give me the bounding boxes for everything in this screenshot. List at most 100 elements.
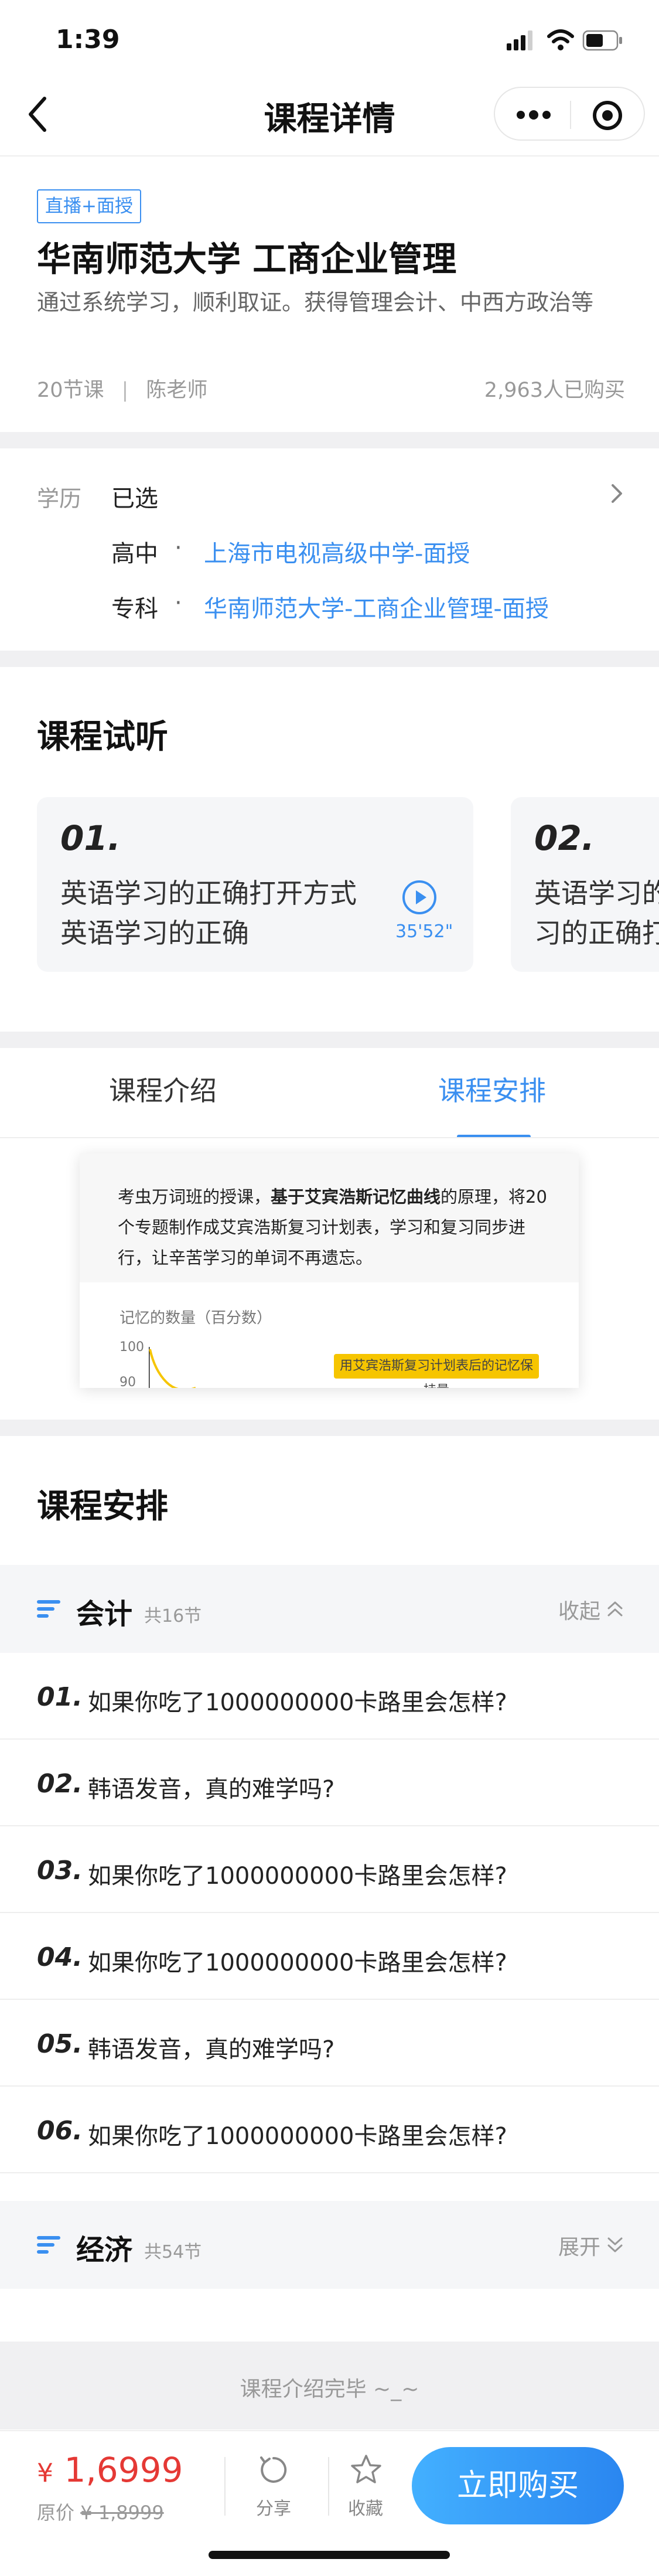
section-divider — [0, 432, 659, 448]
education-level: 高中 — [111, 540, 158, 567]
original-price-value: ¥ 1,8999 — [80, 2502, 164, 2524]
chart-tick: 100 — [119, 1340, 144, 1355]
teacher-name: 陈老师 — [146, 379, 208, 402]
trial-title-line: 英语学习的 — [534, 877, 659, 909]
education-dot: · — [175, 535, 182, 562]
chart-badge: 用艾宾浩斯复习计划表后的记忆保持量 — [334, 1354, 539, 1388]
battery-icon — [582, 30, 622, 51]
end-of-intro-band: 课程介绍完毕 ~_~ — [0, 2342, 659, 2429]
course-type-tag: 直播+面授 — [37, 189, 141, 223]
course-subtitle: 通过系统学习，顺利取证。获得管理会计、中西方政治等 — [37, 290, 594, 315]
original-price-label: 原价 — [37, 2502, 75, 2524]
chevron-down-icon[interactable] — [606, 2235, 624, 2255]
education-value[interactable]: 已选 — [111, 479, 158, 513]
mini-program-capsule — [494, 87, 645, 141]
end-of-intro-text: 课程介绍完毕 ~_~ — [240, 2377, 419, 2401]
education-school-link[interactable]: 华南师范大学-工商企业管理-面授 — [204, 590, 549, 624]
share-label[interactable]: 分享 — [256, 2494, 291, 2520]
nav-divider — [0, 155, 659, 156]
status-icons — [507, 29, 622, 51]
bottom-separator — [224, 2457, 226, 2516]
list-icon — [37, 2236, 60, 2254]
intro-text-part: 考虫万词班的授课， — [118, 1187, 271, 1207]
buy-now-button[interactable]: 立即购买 — [412, 2447, 624, 2524]
intro-image: 考虫万词班的授课，基于艾宾浩斯记忆曲线的原理，将20个专题制作成艾宾浩斯复习计划… — [80, 1153, 579, 1388]
group-name: 经济 — [76, 2234, 133, 2267]
trial-number: 02. — [534, 818, 595, 858]
current-price: ¥ 1,6999 — [37, 2450, 183, 2490]
education-label: 学历 — [37, 486, 82, 512]
lesson-title: 如果你吃了1000000000卡路里会怎样? — [88, 1863, 507, 1890]
expand-toggle[interactable]: 展开 — [558, 2230, 600, 2261]
lesson-number: 06. — [37, 2116, 83, 2146]
education-school-link[interactable]: 上海市电视高级中学-面授 — [204, 535, 470, 569]
favorite-label[interactable]: 收藏 — [348, 2494, 383, 2520]
status-time: 1:39 — [56, 25, 120, 55]
chevron-up-icon[interactable] — [606, 1599, 624, 1619]
lesson-item[interactable]: 03. 如果你吃了1000000000卡路里会怎样? — [0, 1826, 659, 1913]
tab-course-intro[interactable]: 课程介绍 — [109, 1070, 217, 1108]
star-icon[interactable] — [349, 2453, 383, 2487]
schedule-section-title: 课程安排 — [37, 1488, 168, 1526]
intro-image-text: 考虫万词班的授课，基于艾宾浩斯记忆曲线的原理，将20个专题制作成艾宾浩斯复习计划… — [118, 1182, 551, 1273]
schedule-group-header[interactable]: 经济 共54节 展开 — [0, 2201, 659, 2289]
education-level: 专科 — [111, 595, 158, 622]
lesson-number: 02. — [37, 1769, 83, 1799]
lesson-number: 03. — [37, 1856, 83, 1886]
trial-card[interactable]: 01. 英语学习的正确打开方式 英语学习的正确 35'52" — [37, 797, 473, 972]
trial-title-line: 英语学习的正确打开方式 — [60, 877, 357, 909]
schedule-group-header[interactable]: 会计 共16节 收起 — [0, 1565, 659, 1653]
signal-icon — [507, 30, 532, 50]
tab-course-schedule[interactable]: 课程安排 — [438, 1070, 546, 1108]
trial-section-title: 课程试听 — [37, 718, 168, 756]
course-meta: 20节课 | 陈老师 — [37, 373, 207, 403]
lesson-number: 04. — [37, 1942, 83, 1972]
lesson-title: 韩语发音，真的难学吗? — [88, 2036, 335, 2063]
trial-title-line: 习的正确打 — [534, 917, 659, 949]
lesson-number: 01. — [37, 1682, 83, 1712]
lessons-count: 20节课 — [37, 379, 104, 402]
wifi-icon — [547, 29, 574, 50]
chart-axis-label: 记忆的数量（百分数） — [119, 1309, 272, 1327]
chevron-right-icon[interactable] — [608, 482, 626, 505]
lesson-title: 如果你吃了1000000000卡路里会怎样? — [88, 1689, 507, 1716]
more-icon[interactable] — [516, 108, 551, 122]
original-price: 原价 ¥ 1,8999 — [37, 2498, 164, 2525]
section-divider — [0, 651, 659, 667]
capsule-divider — [570, 101, 571, 129]
lesson-number: 05. — [37, 2029, 83, 2059]
group-name: 会计 — [76, 1598, 133, 1631]
lesson-item[interactable]: 04. 如果你吃了1000000000卡路里会怎样? — [0, 1913, 659, 2000]
intro-text-bold: 基于艾宾浩斯记忆曲线 — [271, 1187, 441, 1207]
lesson-item[interactable]: 02. 韩语发音，真的难学吗? — [0, 1740, 659, 1826]
trial-number: 01. — [60, 818, 121, 858]
close-miniprogram-icon[interactable] — [592, 100, 623, 131]
lesson-title: 如果你吃了1000000000卡路里会怎样? — [88, 1949, 507, 1976]
trial-title-line: 英语学习的正确 — [60, 917, 249, 949]
bottom-separator — [328, 2457, 329, 2516]
meta-separator: | — [121, 379, 129, 402]
education-dot: · — [175, 590, 182, 617]
memory-curve — [149, 1347, 196, 1388]
section-divider — [0, 1032, 659, 1048]
currency-symbol: ¥ — [37, 2458, 53, 2488]
lesson-item[interactable]: 05. 韩语发音，真的难学吗? — [0, 2000, 659, 2087]
chart-tick: 90 — [119, 1375, 136, 1388]
purchase-count: 2,963人已购买 — [484, 379, 625, 402]
group-count: 共16节 — [144, 1606, 202, 1626]
lesson-item[interactable]: 01. 如果你吃了1000000000卡路里会怎样? — [0, 1653, 659, 1740]
trial-card[interactable]: 02. 英语学习的 习的正确打 — [511, 797, 659, 972]
home-indicator — [209, 2551, 450, 2559]
lesson-title: 韩语发音，真的难学吗? — [88, 1776, 335, 1803]
price-value: 1,6999 — [64, 2450, 183, 2490]
share-icon[interactable] — [257, 2453, 291, 2487]
course-title: 华南师范大学 工商企业管理 — [37, 239, 457, 279]
bottom-bar-divider — [0, 2430, 659, 2431]
lesson-item[interactable]: 06. 如果你吃了1000000000卡路里会怎样? — [0, 2087, 659, 2173]
section-divider — [0, 1420, 659, 1436]
play-icon[interactable] — [401, 879, 438, 916]
list-icon — [37, 1600, 60, 1618]
trial-duration: 35'52" — [395, 921, 453, 942]
collapse-toggle[interactable]: 收起 — [558, 1594, 600, 1625]
lesson-title: 如果你吃了1000000000卡路里会怎样? — [88, 2123, 507, 2150]
